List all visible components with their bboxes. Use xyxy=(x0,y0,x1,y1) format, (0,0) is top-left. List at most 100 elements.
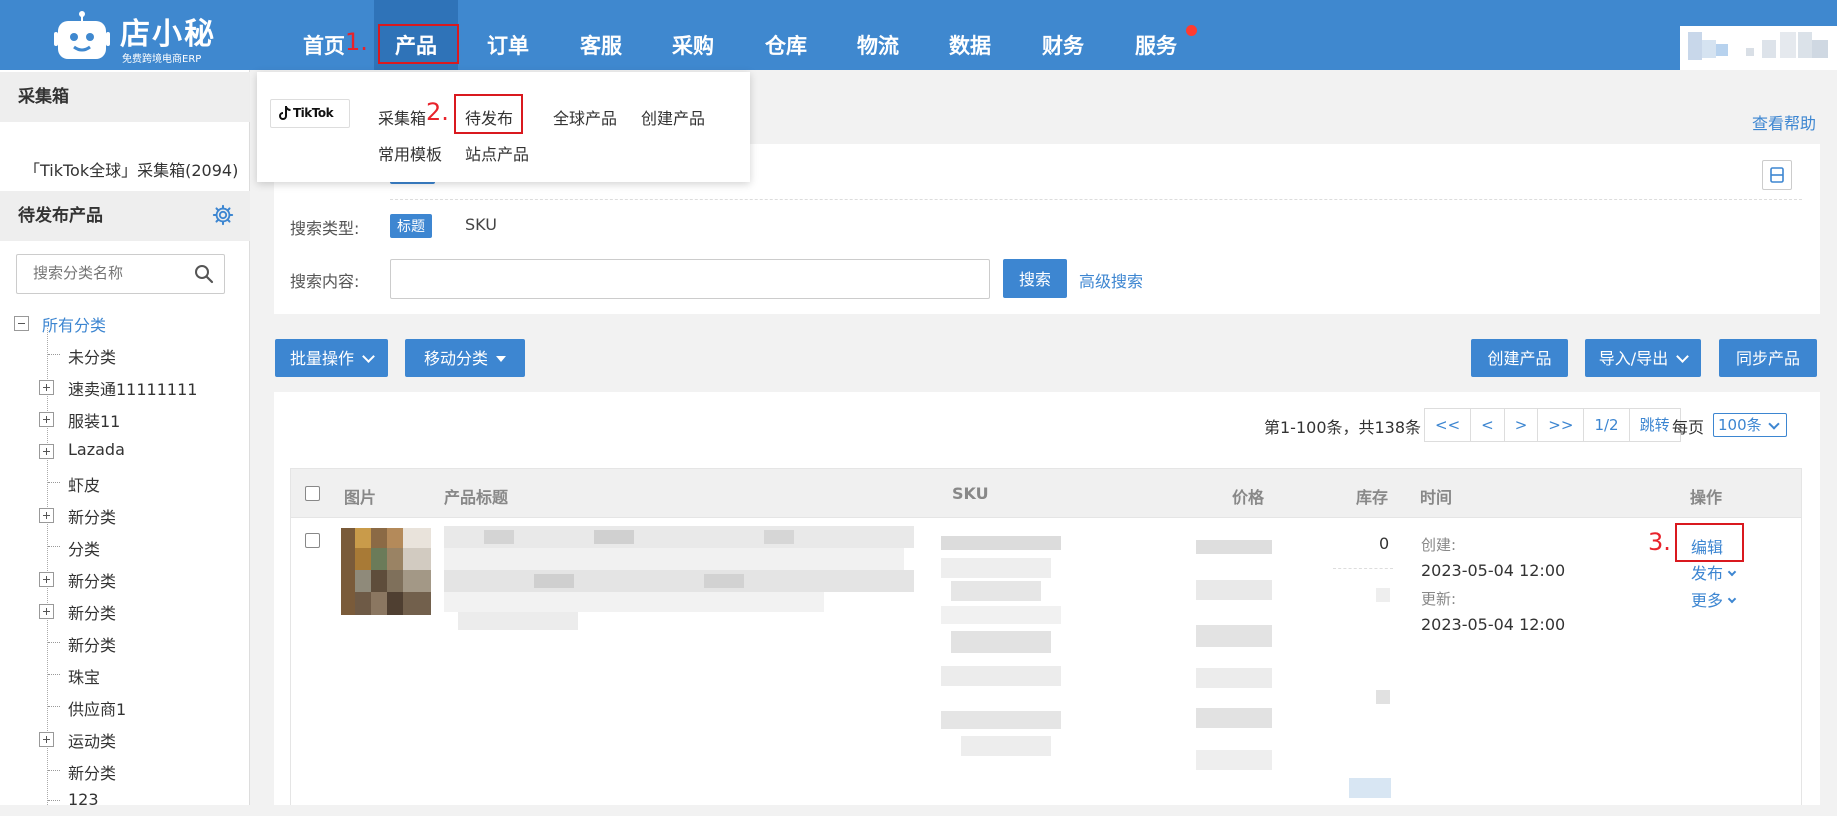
sidebar-item-tiktok-collect[interactable]: 「TikTok全球」采集箱(2094) xyxy=(24,157,238,181)
notification-dot xyxy=(1186,25,1197,36)
col-time: 时间 xyxy=(1420,488,1453,507)
page-first-button[interactable]: << xyxy=(1425,409,1472,441)
publish-link[interactable]: 发布 xyxy=(1691,560,1737,584)
create-product-button[interactable]: 创建产品 xyxy=(1471,339,1568,377)
tree-connector xyxy=(48,354,60,355)
table-row: 0 创建: 2023-05-04 12:00 更新: 2023-05-04 12… xyxy=(290,518,1802,805)
stock-value: 0 xyxy=(1379,534,1390,553)
blurred-block xyxy=(1746,48,1754,56)
tiktok-icon xyxy=(279,106,291,120)
expand-icon[interactable] xyxy=(39,572,54,587)
blurred-block xyxy=(1812,40,1828,58)
table-header: 图片 产品标题 SKU 价格 库存 时间 操作 xyxy=(290,468,1802,518)
search-content-label: 搜索内容: xyxy=(290,272,360,291)
sidebar: 采集箱 「TikTok全球」采集箱(2094) 待发布产品 所有分类 未分类 速… xyxy=(0,70,250,809)
product-thumbnail[interactable] xyxy=(341,528,431,615)
tree-label[interactable]: 新分类 xyxy=(68,568,116,592)
menu-item-collect-box[interactable]: 采集箱 xyxy=(378,105,426,129)
col-image: 图片 xyxy=(344,488,377,507)
tree-label[interactable]: 新分类 xyxy=(68,600,116,624)
nav-warehouse[interactable]: 仓库 xyxy=(760,0,812,70)
category-search-input[interactable] xyxy=(31,255,191,291)
print-button[interactable] xyxy=(1762,160,1792,190)
annotation-step-3: 3. xyxy=(1648,528,1671,556)
tree-label[interactable]: 服装11 xyxy=(68,408,120,432)
expand-icon[interactable] xyxy=(39,412,54,427)
sidebar-collect-header: 采集箱 xyxy=(0,72,250,122)
tree-label[interactable]: 未分类 xyxy=(68,344,116,368)
tree-label[interactable]: 新分类 xyxy=(68,504,116,528)
nav-customer-service[interactable]: 客服 xyxy=(575,0,627,70)
batch-operations-button[interactable]: 批量操作 xyxy=(275,339,388,377)
tree-label[interactable]: 123 xyxy=(68,790,99,809)
blurred-sku xyxy=(941,536,1061,786)
gear-icon[interactable] xyxy=(212,204,234,226)
tree-label[interactable]: 新分类 xyxy=(68,632,116,656)
expand-icon[interactable] xyxy=(39,732,54,747)
tree-connector xyxy=(48,642,60,643)
sync-products-button[interactable]: 同步产品 xyxy=(1719,339,1817,377)
search-type-sku[interactable]: SKU xyxy=(465,215,497,234)
search-button[interactable]: 搜索 xyxy=(1003,259,1067,298)
tiktok-platform-badge[interactable]: TikTok xyxy=(270,99,350,128)
per-page-select[interactable]: 100条 xyxy=(1713,413,1787,437)
blurred-block xyxy=(1376,588,1390,602)
advanced-search-link[interactable]: 高级搜索 xyxy=(1079,268,1143,292)
expand-icon[interactable] xyxy=(39,444,54,459)
nav-purchase[interactable]: 采购 xyxy=(667,0,719,70)
tree-connector xyxy=(48,482,60,483)
collapse-icon[interactable] xyxy=(14,316,29,331)
move-category-button[interactable]: 移动分类 xyxy=(405,339,525,377)
tree-label[interactable]: 运动类 xyxy=(68,728,116,752)
updated-time: 2023-05-04 12:00 xyxy=(1421,615,1566,634)
menu-item-site-products[interactable]: 站点产品 xyxy=(465,141,529,165)
annotation-step-1: 1. xyxy=(345,28,368,56)
search-icon[interactable] xyxy=(194,264,214,284)
tree-label[interactable]: 供应商1 xyxy=(68,696,126,720)
select-all-checkbox[interactable] xyxy=(305,486,320,501)
nav-finance[interactable]: 财务 xyxy=(1037,0,1089,70)
tree-connector xyxy=(48,674,60,675)
more-label: 更多 xyxy=(1691,591,1724,610)
page-prev-button[interactable]: < xyxy=(1471,409,1505,441)
blurred-price xyxy=(1196,540,1272,770)
blurred-block xyxy=(1376,690,1390,704)
tree-label[interactable]: 所有分类 xyxy=(42,312,106,336)
tiktok-label: TikTok xyxy=(293,106,334,120)
brand-logo[interactable]: 店小秘 免费跨境电商ERP xyxy=(54,6,294,65)
nav-logistics[interactable]: 物流 xyxy=(852,0,904,70)
more-link[interactable]: 更多 xyxy=(1691,587,1737,611)
col-stock: 库存 xyxy=(1356,488,1389,507)
nav-orders[interactable]: 订单 xyxy=(482,0,534,70)
tree-label[interactable]: Lazada xyxy=(68,440,125,459)
pagination-info: 第1-100条，共138条 xyxy=(1264,418,1422,437)
tree-label[interactable]: 新分类 xyxy=(68,760,116,784)
nav-data[interactable]: 数据 xyxy=(944,0,996,70)
tree-label[interactable]: 虾皮 xyxy=(68,472,100,496)
expand-icon[interactable] xyxy=(39,380,54,395)
row-checkbox[interactable] xyxy=(305,533,320,548)
page-last-button[interactable]: >> xyxy=(1538,409,1585,441)
help-link[interactable]: 查看帮助 xyxy=(1752,110,1816,134)
user-account-area[interactable] xyxy=(1680,26,1837,70)
tree-label[interactable]: 速卖通11111111 xyxy=(68,376,197,400)
filter-divider xyxy=(390,199,1802,200)
page-next-button[interactable]: > xyxy=(1505,409,1539,441)
expand-icon[interactable] xyxy=(39,508,54,523)
nav-service[interactable]: 服务 xyxy=(1130,0,1182,70)
menu-item-templates[interactable]: 常用模板 xyxy=(378,141,442,165)
search-content-input[interactable] xyxy=(390,259,990,299)
menu-item-create-product[interactable]: 创建产品 xyxy=(641,105,705,129)
import-export-button[interactable]: 导入/导出 xyxy=(1585,339,1701,377)
blurred-product-title[interactable] xyxy=(444,526,914,636)
tree-label[interactable]: 珠宝 xyxy=(68,664,100,688)
menu-item-global-products[interactable]: 全球产品 xyxy=(553,105,617,129)
per-page-label: 每页 xyxy=(1672,418,1705,437)
product-dropdown-menu: TikTok 采集箱 2. 待发布 全球产品 创建产品 常用模板 站点产品 xyxy=(257,72,750,182)
tree-label[interactable]: 分类 xyxy=(68,536,100,560)
expand-icon[interactable] xyxy=(39,604,54,619)
nav-home[interactable]: 首页 xyxy=(299,0,349,70)
tree-connector xyxy=(48,546,60,547)
search-type-title[interactable]: 标题 xyxy=(390,214,432,238)
highlight-box-product xyxy=(378,24,459,64)
